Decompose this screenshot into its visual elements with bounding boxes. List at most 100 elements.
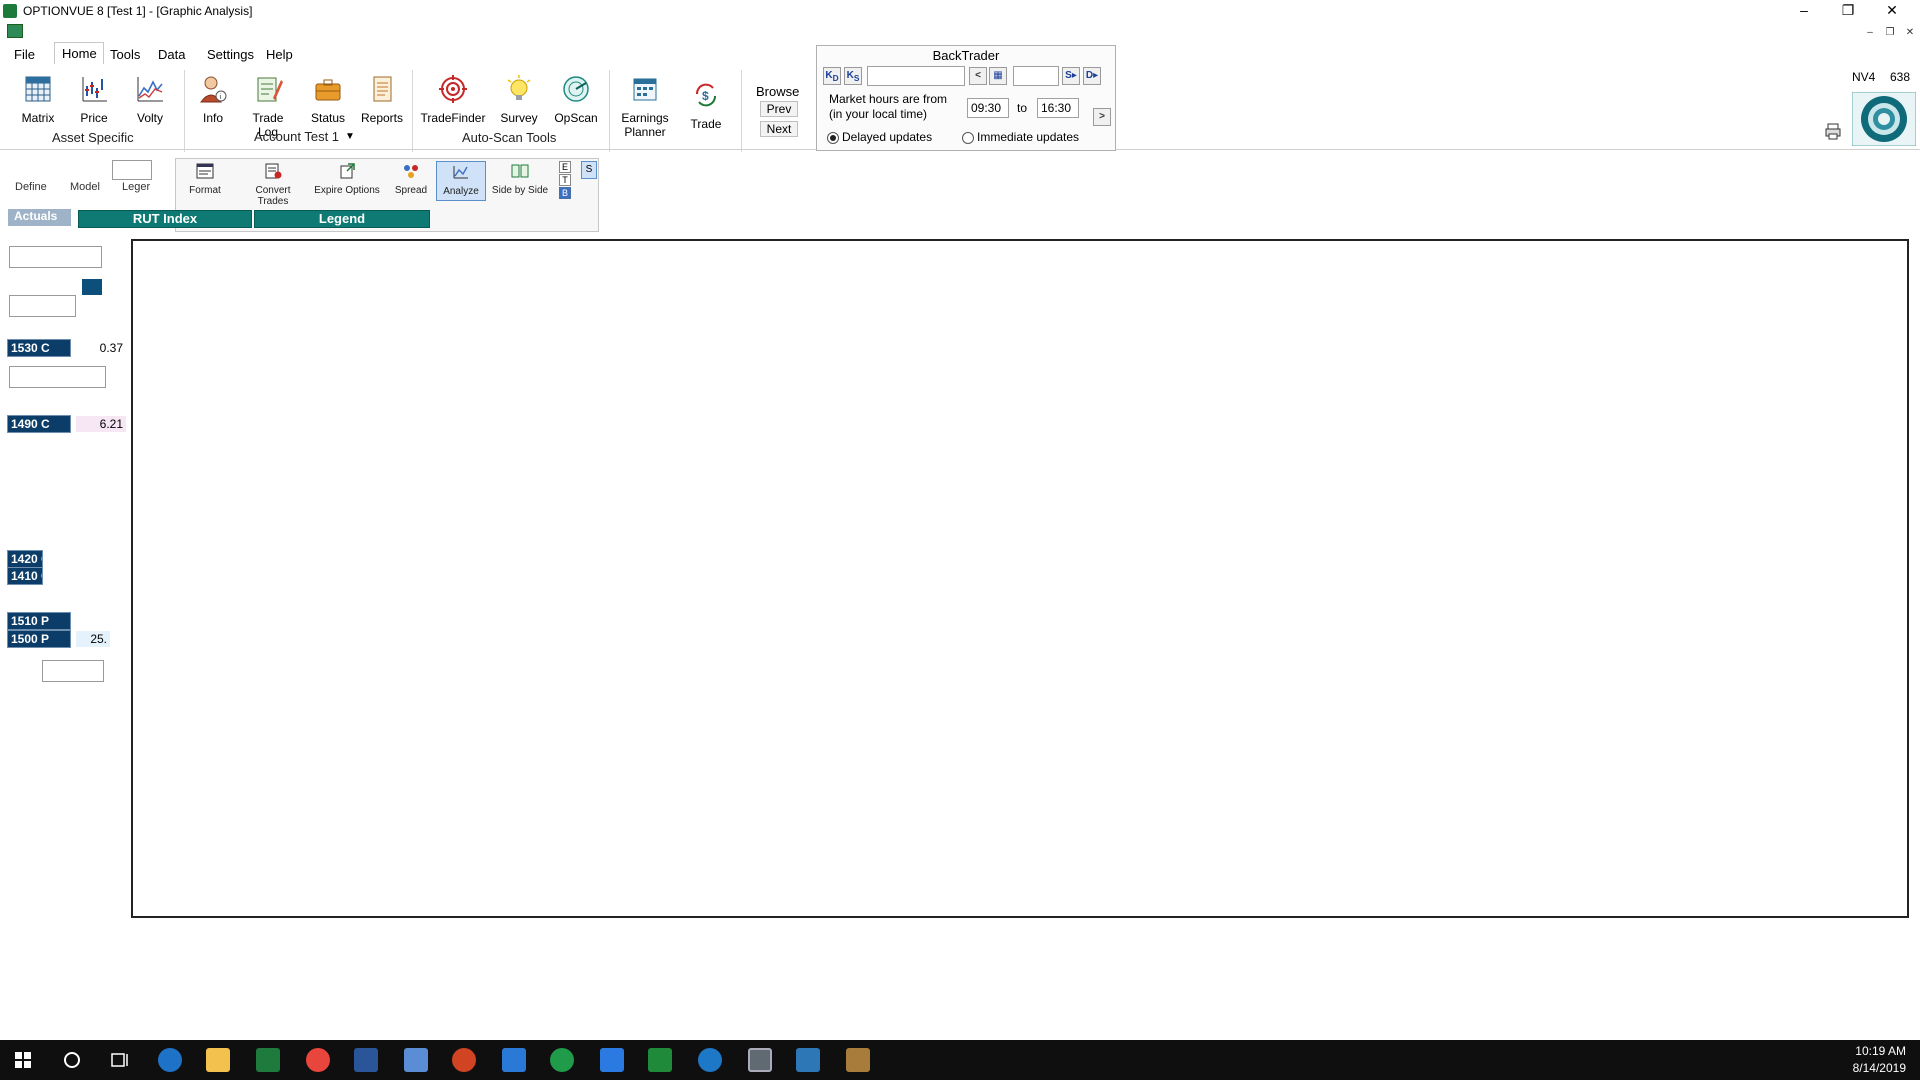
volty-button[interactable]: Volty: [133, 74, 167, 125]
actuals-input-2[interactable]: [9, 295, 76, 317]
task-view-icon[interactable]: [108, 1048, 132, 1072]
optionvue-taskbar-icon[interactable]: [648, 1048, 672, 1072]
checkmark-app-icon[interactable]: [600, 1048, 624, 1072]
backtrader-first-day-button[interactable]: KD: [823, 67, 841, 85]
ribbon-separator: [412, 70, 413, 152]
expire-options-button[interactable]: Expire Options: [313, 161, 381, 201]
tradefinder-button[interactable]: TradeFinder: [420, 74, 486, 125]
tab-define[interactable]: Define: [15, 181, 47, 193]
minimize-button[interactable]: –: [1782, 0, 1826, 22]
format-button[interactable]: Format: [181, 161, 229, 201]
backtrader-title: BackTrader: [932, 48, 1000, 63]
app-green-icon[interactable]: [550, 1048, 574, 1072]
snowflake-app-icon[interactable]: [796, 1048, 820, 1072]
account-dropdown-icon[interactable]: ▼: [345, 131, 355, 142]
format-icon: [196, 163, 214, 179]
spread-button[interactable]: Spread: [386, 161, 436, 201]
toolbar-s-button[interactable]: S: [581, 161, 597, 179]
restore-button[interactable]: ❐: [1826, 0, 1870, 22]
opscan-button[interactable]: OpScan: [554, 74, 598, 125]
notepad-icon[interactable]: [404, 1048, 428, 1072]
market-hours-label: Market hours are from: [829, 92, 948, 106]
powerpoint-icon[interactable]: [452, 1048, 476, 1072]
reports-label: Reports: [360, 111, 404, 125]
toolbar-e-button[interactable]: E: [559, 161, 571, 173]
trade-button[interactable]: $ Trade: [688, 80, 724, 131]
calendar-icon: [633, 78, 657, 101]
toolbar-b-button[interactable]: B: [559, 187, 571, 199]
actuals-input-1[interactable]: [9, 246, 102, 268]
spread-label: Spread: [394, 185, 428, 196]
market-close-input[interactable]: 16:30: [1037, 98, 1079, 118]
browse-next-button[interactable]: Next: [760, 121, 798, 137]
side-by-side-button[interactable]: Side by Side: [490, 161, 550, 201]
backtrader-time-input[interactable]: [1013, 66, 1059, 86]
edge-icon[interactable]: [158, 1048, 182, 1072]
backtrader-panel: BackTrader KD KS < ▦ S▸ D▸ Market hours …: [816, 45, 1116, 151]
position-1510p-label[interactable]: 1510 P: [7, 612, 71, 630]
info-button[interactable]: i Info: [198, 74, 228, 125]
delayed-updates-radio[interactable]: [827, 132, 839, 144]
tab-leger[interactable]: Leger: [122, 181, 150, 193]
graphic-analysis-chart-area[interactable]: [131, 239, 1909, 918]
menu-help[interactable]: Help: [266, 47, 293, 62]
windows-start-icon[interactable]: [10, 1048, 36, 1072]
menu-data[interactable]: Data: [158, 47, 185, 62]
convert-trades-button[interactable]: Convert Trades: [239, 161, 307, 207]
mdi-minimize-button[interactable]: –: [1862, 26, 1878, 40]
color-swatch[interactable]: [82, 279, 102, 295]
position-1530c-label[interactable]: 1530 C: [7, 339, 71, 357]
calendar-icon[interactable]: ▦: [989, 67, 1007, 85]
opscan-label: OpScan: [554, 111, 598, 125]
reports-button[interactable]: Reports: [360, 74, 404, 125]
menu-settings[interactable]: Settings: [207, 47, 254, 62]
position-input-bottom[interactable]: [42, 660, 104, 682]
position-input[interactable]: [9, 366, 106, 388]
asset-specific-group-label: Asset Specific: [52, 130, 134, 145]
word-icon[interactable]: [354, 1048, 378, 1072]
matrix-label: Matrix: [21, 111, 55, 125]
mdi-close-button[interactable]: ✕: [1902, 26, 1918, 40]
menu-home[interactable]: Home: [62, 46, 97, 61]
price-button[interactable]: Price: [78, 74, 110, 125]
tools-app-icon[interactable]: [846, 1048, 870, 1072]
immediate-updates-label: Immediate updates: [977, 130, 1080, 144]
store-icon[interactable]: [502, 1048, 526, 1072]
backtrader-next-day-button[interactable]: D▸: [1083, 67, 1101, 85]
position-1410c-label[interactable]: 1410 C: [7, 567, 43, 585]
status-button[interactable]: Status: [310, 74, 346, 125]
convert-trades-icon: [265, 163, 282, 179]
market-open-input[interactable]: 09:30: [967, 98, 1009, 118]
immediate-updates-radio[interactable]: [962, 132, 974, 144]
close-button[interactable]: ✕: [1870, 0, 1914, 22]
analyze-button[interactable]: Analyze: [436, 161, 486, 201]
lightbulb-icon: [507, 75, 531, 100]
account-group-label[interactable]: Account Test 1: [254, 129, 339, 144]
position-1420c-label[interactable]: 1420 C: [7, 550, 43, 568]
survey-button[interactable]: Survey: [499, 74, 539, 125]
toolbar-t-button[interactable]: T: [559, 174, 571, 186]
menu-tools[interactable]: Tools: [110, 47, 140, 62]
menu-file[interactable]: File: [14, 47, 35, 62]
backtrader-next-session-button[interactable]: S▸: [1062, 67, 1080, 85]
backtrader-prev-button[interactable]: <: [969, 67, 987, 85]
backtrader-first-session-button[interactable]: KS: [844, 67, 862, 85]
backtrader-arrow-button[interactable]: >: [1093, 108, 1111, 126]
matrix-button[interactable]: Matrix: [20, 74, 56, 125]
file-explorer-icon[interactable]: [206, 1048, 230, 1072]
chrome-icon[interactable]: [306, 1048, 330, 1072]
mdi-restore-button[interactable]: ❐: [1882, 26, 1898, 40]
tab-model[interactable]: Model: [70, 181, 100, 193]
earnings-planner-button[interactable]: Earnings Planner: [618, 74, 672, 139]
backtrader-date-input[interactable]: [867, 66, 965, 86]
position-1490c-label[interactable]: 1490 C: [7, 415, 71, 433]
skype-icon[interactable]: [698, 1048, 722, 1072]
excel-icon[interactable]: [256, 1048, 280, 1072]
browse-prev-button[interactable]: Prev: [760, 101, 798, 117]
position-1500p-label[interactable]: 1500 P: [7, 630, 71, 648]
printer-icon[interactable]: [1824, 122, 1842, 140]
leger-input[interactable]: [112, 160, 152, 180]
active-app-icon[interactable]: [748, 1048, 772, 1072]
taskbar-clock[interactable]: 10:19 AM 8/14/2019: [1853, 1043, 1906, 1077]
search-icon[interactable]: [60, 1048, 84, 1072]
